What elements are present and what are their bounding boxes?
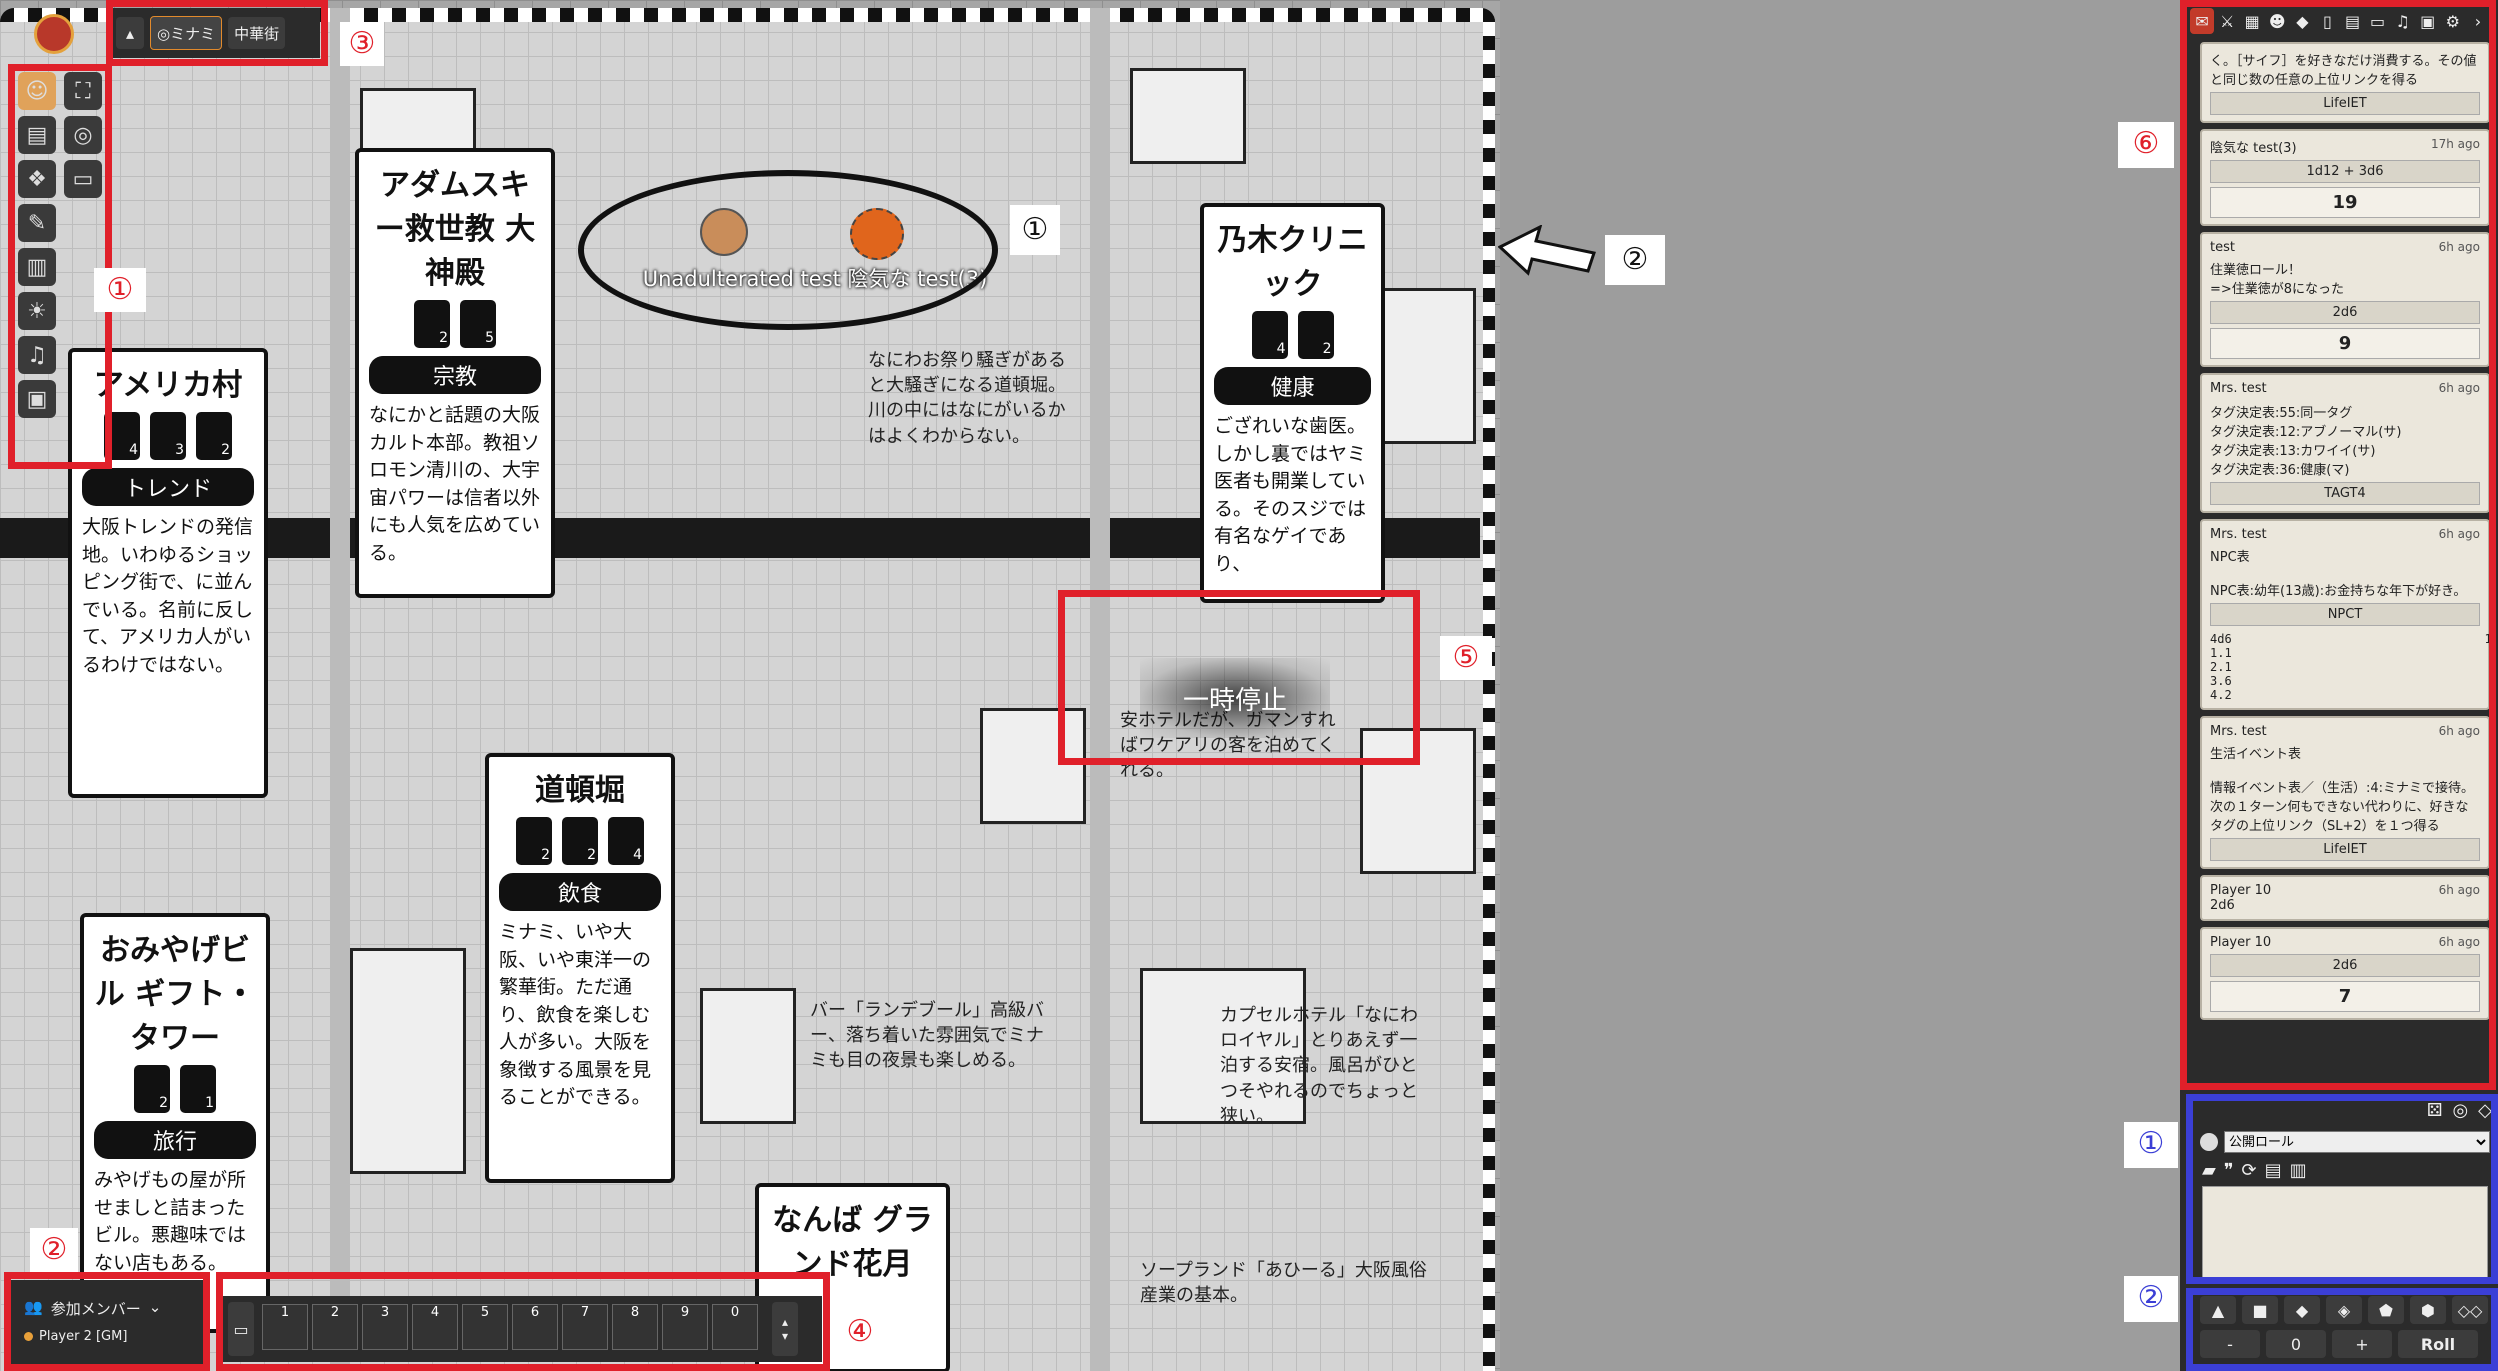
annotation-label: ①: [2124, 1122, 2178, 1168]
place-category: 飲食: [499, 873, 661, 911]
annotation-label: ②: [30, 1228, 78, 1272]
place-dotonbori: 道頓堀 2 2 4 飲食 ミナミ、いや大阪、いや東洋一の繁華街。ただ通り、飲食を…: [485, 753, 675, 1183]
place-description: みやげもの屋が所せましと詰まったビル。悪趣味ではない店もある。: [94, 1169, 247, 1274]
building: [1380, 288, 1476, 444]
place-description: なにかと話題の大阪カルト本部。教祖ソロモン清川の、大宇宙パワーは信者以外にも人気…: [369, 404, 541, 564]
annotation-label: ①: [94, 268, 146, 312]
place-category: 宗教: [369, 356, 541, 394]
annotation-box-3: [106, 0, 328, 66]
place-description: ミナミ、いや大阪、いや東洋一の繁華街。ただ通り、飲食を楽しむ人が多い。大阪を象徴…: [499, 921, 652, 1109]
annotation-label: ⑤: [1440, 636, 1492, 680]
map-note: バー「ランデブール」高級バー、落ち着いた雰囲気でミナミも目の夜景も楽しめる。: [810, 1000, 1044, 1072]
place-category: 旅行: [94, 1121, 256, 1159]
place-name: おみやげビル ギフト・タワー: [94, 933, 256, 1056]
map-border-right: [1483, 8, 1495, 1371]
tag-icon: 2: [196, 412, 232, 460]
app-logo-icon[interactable]: [34, 14, 74, 54]
annotation-box-5: [1058, 590, 1420, 765]
tag-icon: 2: [414, 300, 450, 348]
tag-icon: 3: [150, 412, 186, 460]
tag-icon: 2: [562, 817, 598, 865]
building: [350, 948, 466, 1174]
place-nogi-clinic: 乃木クリニック 4 2 健康 ござれいな歯医。しかし裏ではヤミ医者も開業している…: [1200, 203, 1385, 603]
place-name: なんば グランド花月: [772, 1203, 933, 1282]
annotation-label: ⑥: [2118, 122, 2174, 168]
annotation-label: ②: [2124, 1276, 2178, 1322]
place-description: 大阪トレンドの発信地。いわゆるショッピング街で、に並んでいる。名前に反して、アメ…: [82, 516, 254, 676]
place-name: 乃木クリニック: [1217, 223, 1368, 302]
annotation-box-1: [8, 64, 112, 469]
place-name: 道頓堀: [535, 773, 625, 808]
tag-icons: 2 2 4: [499, 817, 661, 865]
tag-icons: 2 5: [369, 300, 541, 348]
annotation-label: ②: [1605, 235, 1665, 285]
building: [700, 988, 796, 1124]
annotation-box-6: [2180, 0, 2496, 1090]
annotation-ellipse: [578, 170, 998, 330]
tag-icon: 4: [1251, 311, 1288, 359]
arrow-icon: [1498, 225, 1596, 276]
tag-icons: 2 1: [94, 1065, 256, 1113]
place-gift-tower: おみやげビル ギフト・タワー 2 1 旅行 みやげもの屋が所せましと詰まったビル…: [80, 913, 270, 1333]
tag-icon: 5: [460, 300, 496, 348]
tag-icon: 2: [1297, 311, 1334, 359]
place-category: トレンド: [82, 468, 254, 506]
building: [1130, 68, 1246, 164]
annotation-box-blue-2: [2186, 1288, 2498, 1371]
place-description: ござれいな歯医。しかし裏ではヤミ医者も開業している。そのスジでは有名なゲイであり…: [1214, 415, 1367, 575]
annotation-box-blue-1: [2186, 1094, 2498, 1284]
tag-icon: 2: [134, 1065, 170, 1113]
annotation-label: ③: [340, 22, 384, 66]
annotation-box-2: [4, 1272, 210, 1371]
annotation-box-4: [216, 1272, 830, 1371]
tag-icon: 4: [608, 817, 644, 865]
tag-icon: 1: [180, 1065, 216, 1113]
map-note: カプセルホテル「なにわロイヤル」とりあえず一泊する安宿。風呂がひとつそやれるので…: [1220, 1005, 1418, 1127]
tag-icon: 2: [516, 817, 552, 865]
map-note: なにわお祭り騒ぎがあると大騒ぎになる道頓堀。川の中にはなにがいるかはよくわからな…: [868, 350, 1066, 447]
place-adamski: アダムスキー救世教 大神殿 2 5 宗教 なにかと話題の大阪カルト本部。教祖ソロ…: [355, 148, 555, 598]
map-note: ソープランド「あひーる」大阪風俗産業の基本。: [1140, 1260, 1427, 1307]
place-category: 健康: [1214, 367, 1371, 405]
annotation-label: ①: [1010, 205, 1060, 255]
tag-icons: 4 2: [1214, 311, 1371, 359]
annotation-label: ④: [836, 1310, 884, 1354]
street: [330, 8, 350, 1371]
place-name: アダムスキー救世教 大神殿: [374, 168, 536, 291]
